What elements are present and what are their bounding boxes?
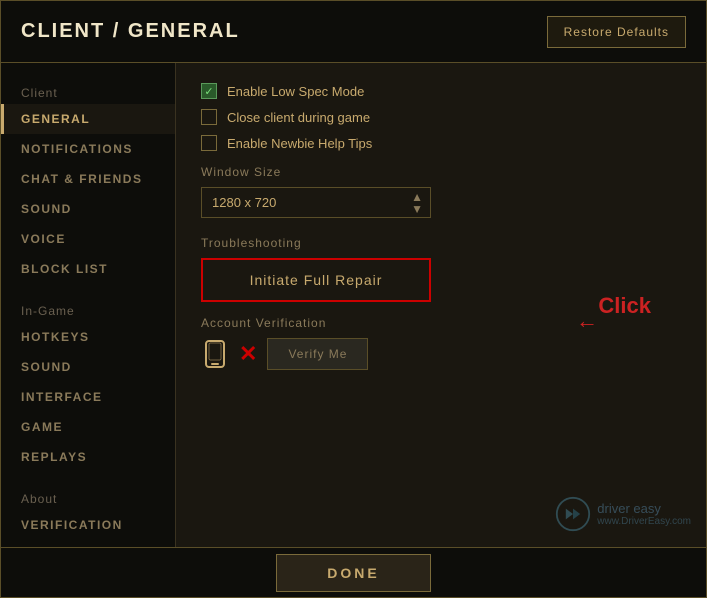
footer: DONE [1, 547, 706, 597]
page-title: CLIENT / GENERAL [21, 20, 240, 43]
sidebar-client-section: Client [1, 78, 175, 104]
checkbox-close-client-label: Close client during game [227, 110, 370, 125]
main-layout: Client GENERAL NOTIFICATIONS CHAT & FRIE… [1, 63, 706, 547]
x-icon: ✕ [239, 341, 257, 367]
title-main: GENERAL [128, 20, 240, 42]
sidebar-item-verification[interactable]: VERIFICATION [1, 510, 175, 540]
sidebar-item-sound-ig[interactable]: SOUND [1, 352, 175, 382]
driver-easy-logo [555, 496, 591, 532]
checkbox-low-spec-label: Enable Low Spec Mode [227, 84, 364, 99]
sidebar-item-chat-friends[interactable]: CHAT & FRIENDS [1, 164, 175, 194]
sidebar-item-block-list[interactable]: BLOCK LIST [1, 254, 175, 284]
checkbox-low-spec[interactable]: Enable Low Spec Mode [201, 83, 681, 99]
checkbox-newbie-help-box[interactable] [201, 135, 217, 151]
verify-row: ✕ Verify Me [201, 338, 681, 370]
watermark-text-block: driver easy www.DriverEasy.com [597, 501, 691, 527]
verify-me-button[interactable]: Verify Me [267, 338, 368, 370]
phone-icon [201, 340, 229, 368]
click-label: Click [598, 293, 651, 318]
sidebar: Client GENERAL NOTIFICATIONS CHAT & FRIE… [1, 63, 176, 547]
account-verification-section: Account Verification ✕ Verify Me [201, 316, 681, 370]
sidebar-ingame-section: In-Game [1, 296, 175, 322]
checkbox-close-client[interactable]: Close client during game [201, 109, 681, 125]
sidebar-item-game[interactable]: GAME [1, 412, 175, 442]
restore-defaults-button[interactable]: Restore Defaults [547, 16, 686, 48]
sidebar-about-section: About [1, 484, 175, 510]
checkbox-newbie-help[interactable]: Enable Newbie Help Tips [201, 135, 681, 151]
window-size-label: Window Size [201, 165, 681, 179]
header: CLIENT / GENERAL Restore Defaults [1, 1, 706, 63]
sidebar-item-sound[interactable]: SOUND [1, 194, 175, 224]
content-area: Enable Low Spec Mode Close client during… [176, 63, 706, 547]
troubleshooting-label: Troubleshooting [201, 236, 681, 250]
sidebar-item-notifications[interactable]: NOTIFICATIONS [1, 134, 175, 164]
watermark: driver easy www.DriverEasy.com [555, 496, 691, 532]
checkbox-newbie-help-label: Enable Newbie Help Tips [227, 136, 372, 151]
done-button[interactable]: DONE [276, 554, 430, 592]
account-verification-label: Account Verification [201, 316, 681, 330]
title-prefix: CLIENT / [21, 20, 128, 42]
sidebar-item-general[interactable]: GENERAL [1, 104, 175, 134]
sidebar-item-voice[interactable]: VOICE [1, 224, 175, 254]
sidebar-item-interface[interactable]: INTERFACE [1, 382, 175, 412]
brand-name: driver easy [597, 501, 691, 516]
sidebar-item-hotkeys[interactable]: HOTKEYS [1, 322, 175, 352]
checkbox-low-spec-box[interactable] [201, 83, 217, 99]
checkbox-close-client-box[interactable] [201, 109, 217, 125]
sidebar-item-replays[interactable]: REPLAYS [1, 442, 175, 472]
window-size-select[interactable]: 1280 x 720 1920 x 1080 1024 x 768 [201, 187, 431, 218]
brand-url: www.DriverEasy.com [597, 516, 691, 527]
window-size-wrapper: 1280 x 720 1920 x 1080 1024 x 768 ▲▼ [201, 187, 431, 218]
app-window: CLIENT / GENERAL Restore Defaults Client… [0, 0, 707, 598]
initiate-repair-button[interactable]: Initiate Full Repair [201, 258, 431, 302]
